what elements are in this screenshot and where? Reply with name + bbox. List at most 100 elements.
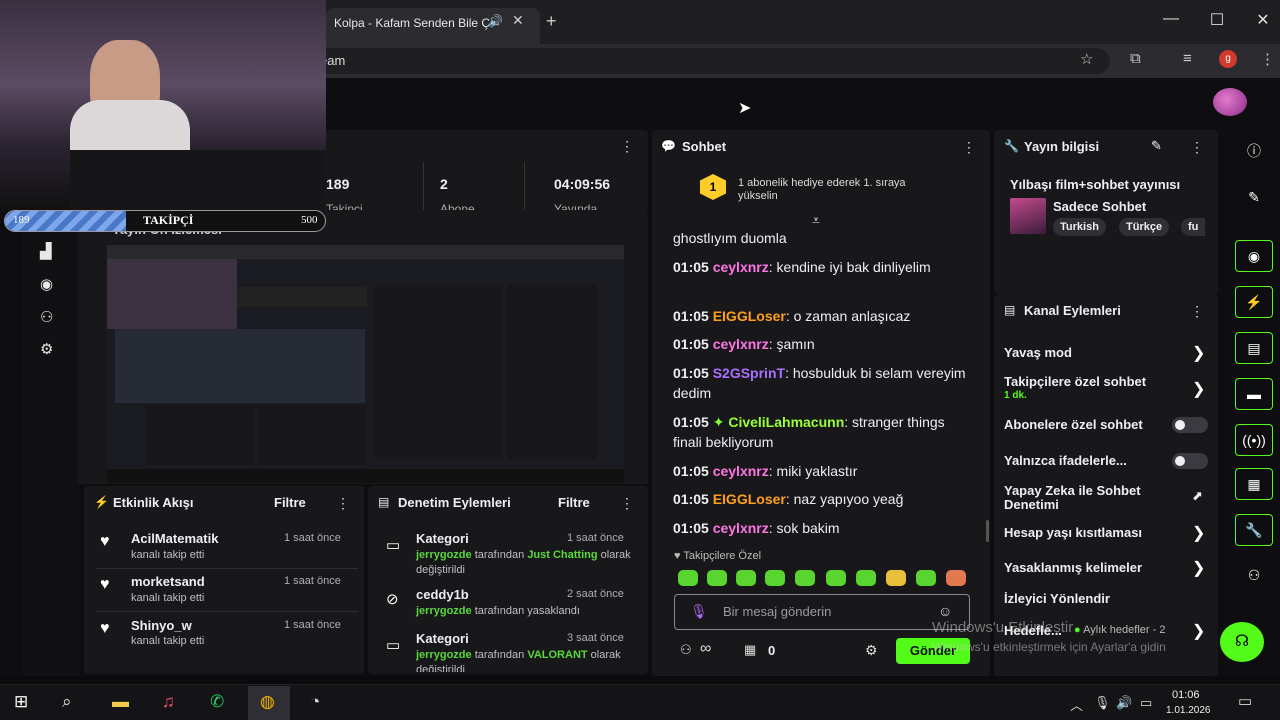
external-link-icon[interactable]: ⬈ xyxy=(1192,488,1203,504)
chat-username[interactable]: S2GSprinT xyxy=(713,365,785,381)
tools-icon[interactable]: 🔧 xyxy=(1235,514,1273,546)
chat-icon[interactable]: ▬ xyxy=(1235,378,1273,410)
emote[interactable] xyxy=(707,570,727,586)
chat-username[interactable]: EIGGLoser xyxy=(713,308,786,324)
chevron-right-icon[interactable]: ❯ xyxy=(1192,343,1205,363)
maximize-button[interactable]: ☐ xyxy=(1202,10,1232,30)
taskbar-date[interactable]: 1.01.2026 xyxy=(1166,705,1211,716)
broadcast-icon[interactable]: ((•)) xyxy=(1235,424,1273,456)
emotes-only-toggle[interactable] xyxy=(1172,453,1208,469)
emote[interactable] xyxy=(736,570,756,586)
network-icon[interactable]: ▭ xyxy=(1140,695,1152,711)
media-control-icon[interactable]: ≡ xyxy=(1183,50,1192,67)
mod-actor[interactable]: jerrygozde xyxy=(416,549,472,561)
chevron-right-icon[interactable]: ❯ xyxy=(1192,523,1205,543)
category-thumbnail[interactable] xyxy=(1010,198,1046,234)
host-viewers-label[interactable]: İzleyici Yönlendir xyxy=(1004,592,1164,606)
close-window-button[interactable]: ✕ xyxy=(1248,10,1278,30)
users-icon[interactable]: ⚇ xyxy=(680,642,692,658)
extensions-icon[interactable]: ⧉ xyxy=(1130,50,1141,67)
moderation-more-icon[interactable]: ⋮ xyxy=(620,495,634,512)
banned-words-label[interactable]: Yasaklanmış kelimeler xyxy=(1004,561,1164,575)
gift-icon[interactable]: ▦ xyxy=(744,642,756,658)
search-icon[interactable]: ⌕ xyxy=(62,692,72,712)
category-name[interactable]: Sadece Sohbet xyxy=(1053,199,1146,214)
stream-preview-video[interactable] xyxy=(107,245,624,483)
channel-actions-more-icon[interactable]: ⋮ xyxy=(1190,303,1204,320)
lightning-icon[interactable]: ⚡ xyxy=(1235,286,1273,318)
info-icon[interactable]: ⓘ xyxy=(1235,136,1273,168)
file-explorer-icon[interactable]: ▬ xyxy=(112,692,129,712)
profile-avatar[interactable]: g xyxy=(1219,50,1237,68)
user-avatar[interactable] xyxy=(1213,88,1247,116)
pencil-icon[interactable]: ✎ xyxy=(1235,182,1273,214)
settings-gear-icon[interactable]: ⚙ xyxy=(40,340,53,358)
dashboard-icon[interactable]: ▟ xyxy=(40,242,52,260)
support-chat-button[interactable]: ☊ xyxy=(1220,622,1264,662)
chevron-up-icon[interactable]: ︿ xyxy=(1070,695,1083,714)
stream-icon[interactable]: ◉ xyxy=(40,275,53,293)
stream-tag[interactable]: Türkçe xyxy=(1119,218,1170,236)
emote[interactable] xyxy=(856,570,876,586)
minimize-button[interactable]: — xyxy=(1156,10,1186,28)
chevron-right-icon[interactable]: ❯ xyxy=(1192,379,1205,399)
obs-icon[interactable]: ◔ xyxy=(310,692,320,712)
collapse-icon[interactable]: ⩡ xyxy=(812,212,820,229)
activity-user[interactable]: AcilMatematik xyxy=(131,531,218,546)
chat-username[interactable]: ceylxnrz xyxy=(713,259,769,275)
gift-leaderboard-text[interactable]: 1 abonelik hediye ederek 1. sıraya yükse… xyxy=(738,177,948,203)
edit-pencil-icon[interactable]: ✎ xyxy=(1151,138,1162,154)
emote[interactable] xyxy=(795,570,815,586)
emoji-icon[interactable]: ☺ xyxy=(938,603,952,619)
stream-info-more-icon[interactable]: ⋮ xyxy=(1190,139,1204,156)
stream-tag[interactable]: Turkish xyxy=(1053,218,1106,236)
whatsapp-icon[interactable]: ✆ xyxy=(210,692,224,712)
taskbar-time[interactable]: 01:06 xyxy=(1172,689,1200,701)
subscribers-only-toggle[interactable] xyxy=(1172,417,1208,433)
notification-icon[interactable]: ▭ xyxy=(1238,692,1252,710)
chat-username[interactable]: ceylxnrz xyxy=(713,463,769,479)
chat-username[interactable]: ceylxnrz xyxy=(713,520,769,536)
chat-scrollbar[interactable] xyxy=(986,520,989,542)
browser-tab[interactable]: Kolpa - Kafam Senden Bile Ç xyxy=(326,8,540,44)
volume-icon[interactable]: 🔊 xyxy=(1116,695,1132,711)
account-age-label[interactable]: Hesap yaşı kısıtlaması xyxy=(1004,526,1164,540)
ai-moderation-label[interactable]: Yapay Zeka ile Sohbet Denetimi xyxy=(1004,484,1154,512)
windows-start-icon[interactable]: ⊞ xyxy=(14,692,28,712)
moderation-filter-button[interactable]: Filtre xyxy=(558,495,590,510)
emote[interactable] xyxy=(678,570,698,586)
microphone-tray-icon[interactable]: 🎙 xyxy=(1094,695,1111,711)
share-icon[interactable]: ⚇ xyxy=(1235,560,1273,592)
emote[interactable] xyxy=(886,570,906,586)
notes-icon[interactable]: ▤ xyxy=(1235,332,1273,364)
emote[interactable] xyxy=(916,570,936,586)
activity-user[interactable]: Shinyo_w xyxy=(131,618,192,633)
mod-actor[interactable]: jerrygozde xyxy=(416,605,472,617)
music-app-icon[interactable]: ♫ xyxy=(162,692,175,712)
mod-entry-title[interactable]: ceddy1b xyxy=(416,587,469,602)
activity-filter-button[interactable]: Filtre xyxy=(274,495,306,510)
new-tab-button[interactable]: + xyxy=(546,11,557,32)
emote[interactable] xyxy=(826,570,846,586)
chat-username[interactable]: EIGGLoser xyxy=(713,491,786,507)
chat-more-icon[interactable]: ⋮ xyxy=(962,139,976,156)
stream-preview-icon[interactable]: ◉ xyxy=(1235,240,1273,272)
browser-menu-icon[interactable]: ⋮ xyxy=(1260,50,1275,68)
moderation-icon[interactable]: ▦ xyxy=(1235,468,1273,500)
close-tab-icon[interactable]: ✕ xyxy=(512,12,524,29)
microphone-icon[interactable]: 🎙 xyxy=(690,603,708,620)
stats-more-icon[interactable]: ⋮ xyxy=(620,138,634,155)
followers-only-chat-label[interactable]: Takipçilere özel sohbet xyxy=(1004,375,1164,389)
activity-more-icon[interactable]: ⋮ xyxy=(336,495,350,512)
chevron-right-icon[interactable]: ❯ xyxy=(1192,558,1205,578)
chat-settings-icon[interactable]: ⚙ xyxy=(865,642,878,659)
chat-username[interactable]: ceylxnrz xyxy=(713,336,769,352)
activity-user[interactable]: morketsand xyxy=(131,574,205,589)
url-field[interactable]: eam xyxy=(300,48,1110,74)
speaker-icon[interactable]: 🔊 xyxy=(488,14,503,28)
slow-mode-label[interactable]: Yavaş mod xyxy=(1004,346,1164,360)
mod-actor[interactable]: jerrygozde xyxy=(416,649,472,661)
chevron-right-icon[interactable]: ❯ xyxy=(1192,621,1205,641)
emote[interactable] xyxy=(765,570,785,586)
chat-username[interactable]: CiveliLahmacunn xyxy=(728,414,844,430)
